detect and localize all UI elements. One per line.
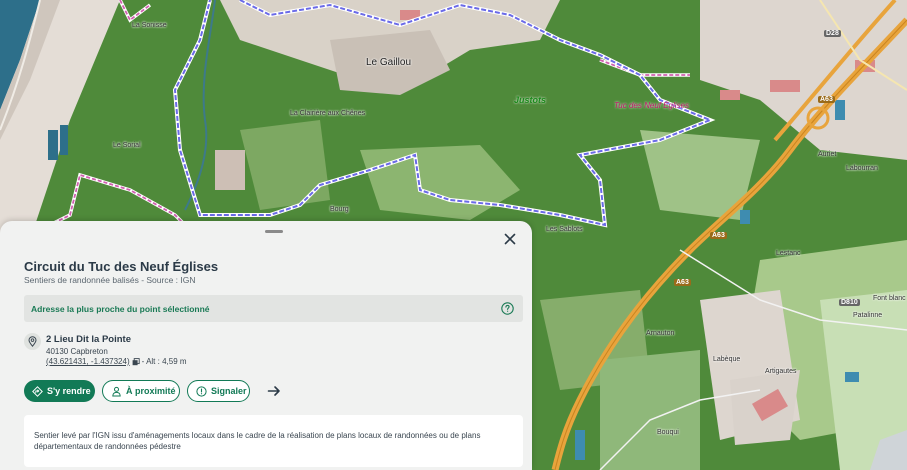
map-label-les-sablots: Les Sablots [546,226,583,233]
map-pin-icon [28,336,37,347]
nearest-address-label: Adresse la plus proche du point sélectio… [31,304,210,314]
drag-handle[interactable] [265,230,283,233]
go-there-label: S'y rendre [47,386,91,396]
map-label-tuc-des-neuf-eglises: Tuc des Neuf Églises [614,101,689,110]
close-icon [504,233,516,245]
nearby-label: À proximité [126,386,176,396]
coordinates-link[interactable]: (43.621431, -1.437324) [46,357,130,366]
trail-info-panel: Circuit du Tuc des Neuf Églises Sentiers… [0,221,532,470]
map-label-lestanc: Lestanc [776,250,801,257]
road-label-a63: A63 [818,96,835,103]
report-button[interactable]: Signaler [187,380,250,402]
address-street: 2 Lieu Dit la Pointe [46,334,131,345]
person-icon [112,386,121,396]
map-label-justots: Justots [514,95,547,105]
address-pin [24,333,41,350]
road-label-d28: D28 [824,30,841,37]
alert-icon [196,385,207,397]
road-label-a63: A63 [710,232,727,239]
go-there-button[interactable]: S'y rendre [24,380,95,402]
map-label-artigaut: Artigautes [765,368,797,375]
more-actions-button[interactable] [266,383,282,399]
nearest-address-bar[interactable]: Adresse la plus proche du point sélectio… [24,295,523,322]
map-label-font-blanc: Font blanc [873,295,906,302]
arrow-right-icon [267,386,280,396]
map-label-labourran: Labourran [846,165,878,172]
report-label: Signaler [211,386,247,396]
trail-title: Circuit du Tuc des Neuf Églises [24,259,219,274]
road-label-a63: A63 [674,279,691,286]
navigation-icon [32,385,43,397]
road-label-d810: D810 [839,299,860,306]
close-button[interactable] [502,231,518,247]
map-label-la-clairiere: La Clairière aux Chênes [290,110,366,117]
address-coordinates-row: (43.621431, -1.437324) - Alt : 4,59 m [46,357,187,366]
copy-icon[interactable] [132,358,140,366]
nearby-button[interactable]: À proximité [102,380,180,402]
map-label-le-gaillou: Le Gaillou [366,57,412,68]
map-label-arnauton: Arnauton [646,330,675,337]
map-label-bouqui: Bouqui [657,429,679,436]
map-label-bourg: Bourg [330,206,349,213]
map-label-patalinne: Patalinne [853,312,883,319]
help-icon[interactable] [501,302,514,315]
map-label-la-sonisse: La Sonisse [132,22,167,29]
address-city: 40130 Capbreton [46,347,108,356]
altitude: - Alt : 4,59 m [141,357,187,366]
map-label-le-sorial: Le Sorial [113,142,141,149]
trail-description-card: Sentier levé par l'IGN issu d'aménagemen… [24,415,523,467]
map-label-auriet: Auriet [818,151,837,158]
map-label-labeque: Labèque [713,356,741,363]
trail-description: Sentier levé par l'IGN issu d'aménagemen… [34,431,481,451]
trail-subtitle: Sentiers de randonnée balisés - Source :… [24,275,196,285]
